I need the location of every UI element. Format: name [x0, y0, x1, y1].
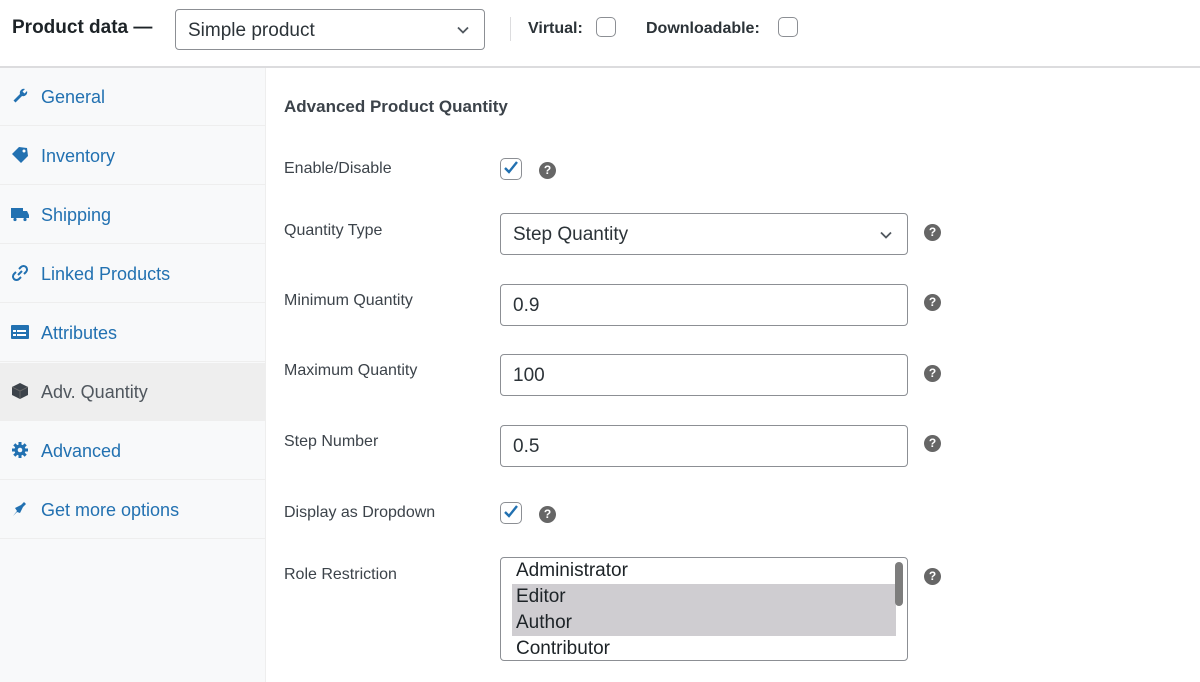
help-icon[interactable]: ? [924, 294, 941, 311]
tab-get-more-options[interactable]: Get more options [0, 481, 265, 539]
tab-label: Get more options [41, 500, 180, 520]
divider [510, 17, 511, 41]
adv-quantity-panel: Advanced Product Quantity Enable/Disable… [266, 68, 1200, 682]
list-icon [11, 325, 29, 339]
product-data-tabs: General Inventory Shipping Linked Produc… [0, 68, 266, 682]
tab-general[interactable]: General [0, 68, 265, 126]
downloadable-checkbox[interactable] [778, 17, 798, 37]
max-quantity-input[interactable]: 100 [500, 354, 908, 396]
tab-label: Advanced [41, 441, 122, 461]
tab-inventory[interactable]: Inventory [0, 127, 265, 185]
quantity-type-select[interactable]: Step Quantity [500, 213, 908, 255]
gear-icon [12, 442, 28, 458]
virtual-label: Virtual: [528, 20, 583, 37]
plugin-icon [13, 502, 26, 516]
tab-advanced[interactable]: Advanced [0, 422, 265, 480]
step-number-value: 0.5 [513, 436, 540, 457]
virtual-checkbox[interactable] [596, 17, 616, 37]
downloadable-label: Downloadable: [646, 20, 760, 37]
tab-adv-quantity[interactable]: Adv. Quantity [0, 363, 265, 421]
help-icon[interactable]: ? [924, 224, 941, 241]
help-icon[interactable]: ? [924, 365, 941, 382]
product-type-select[interactable]: Simple product [175, 9, 485, 50]
role-option-editor[interactable]: Editor [512, 584, 896, 610]
box-icon [11, 383, 29, 399]
tag-icon [12, 147, 28, 163]
help-icon[interactable]: ? [539, 162, 556, 179]
help-icon[interactable]: ? [924, 435, 941, 452]
tab-shipping[interactable]: Shipping [0, 186, 265, 244]
role-option-contributor[interactable]: Contributor [512, 636, 896, 660]
tab-label: Linked Products [41, 264, 171, 284]
min-quantity-input[interactable]: 0.9 [500, 284, 908, 326]
step-number-label: Step Number [284, 433, 379, 450]
display-dropdown-label: Display as Dropdown [284, 504, 436, 521]
chevron-down-icon [457, 26, 469, 34]
tab-label: Attributes [41, 323, 118, 343]
truck-icon [11, 208, 29, 222]
link-icon [11, 264, 29, 282]
role-restriction-label: Role Restriction [284, 566, 397, 583]
product-data-title: Product data — [12, 17, 153, 38]
max-quantity-label: Maximum Quantity [284, 362, 418, 379]
check-icon [504, 505, 518, 518]
tab-label: Shipping [41, 205, 112, 225]
product-type-value: Simple product [188, 20, 315, 41]
listbox-scrollbar[interactable] [895, 562, 903, 606]
help-icon[interactable]: ? [924, 568, 941, 585]
min-quantity-value: 0.9 [513, 295, 540, 316]
step-number-input[interactable]: 0.5 [500, 425, 908, 467]
tab-label: General [41, 87, 106, 107]
section-title: Advanced Product Quantity [284, 97, 508, 116]
display-dropdown-checkbox[interactable] [500, 502, 522, 524]
tab-label: Inventory [41, 146, 116, 166]
tab-label: Adv. Quantity [41, 382, 148, 402]
quantity-type-label: Quantity Type [284, 222, 383, 239]
help-icon[interactable]: ? [539, 506, 556, 523]
role-option-author[interactable]: Author [512, 610, 896, 636]
chevron-down-icon [880, 231, 892, 239]
min-quantity-label: Minimum Quantity [284, 292, 413, 309]
product-data-header: Product data — Simple product Virtual: D… [0, 0, 1200, 68]
enable-checkbox[interactable] [500, 158, 522, 180]
tab-attributes[interactable]: Attributes [0, 304, 265, 362]
quantity-type-value: Step Quantity [513, 224, 629, 245]
wrench-icon [13, 88, 28, 103]
role-restriction-listbox[interactable]: Administrator Editor Author Contributor [500, 557, 908, 661]
role-option-administrator[interactable]: Administrator [512, 558, 896, 584]
max-quantity-value: 100 [513, 365, 545, 386]
tab-linked-products[interactable]: Linked Products [0, 245, 265, 303]
check-icon [504, 161, 518, 174]
enable-label: Enable/Disable [284, 160, 392, 177]
